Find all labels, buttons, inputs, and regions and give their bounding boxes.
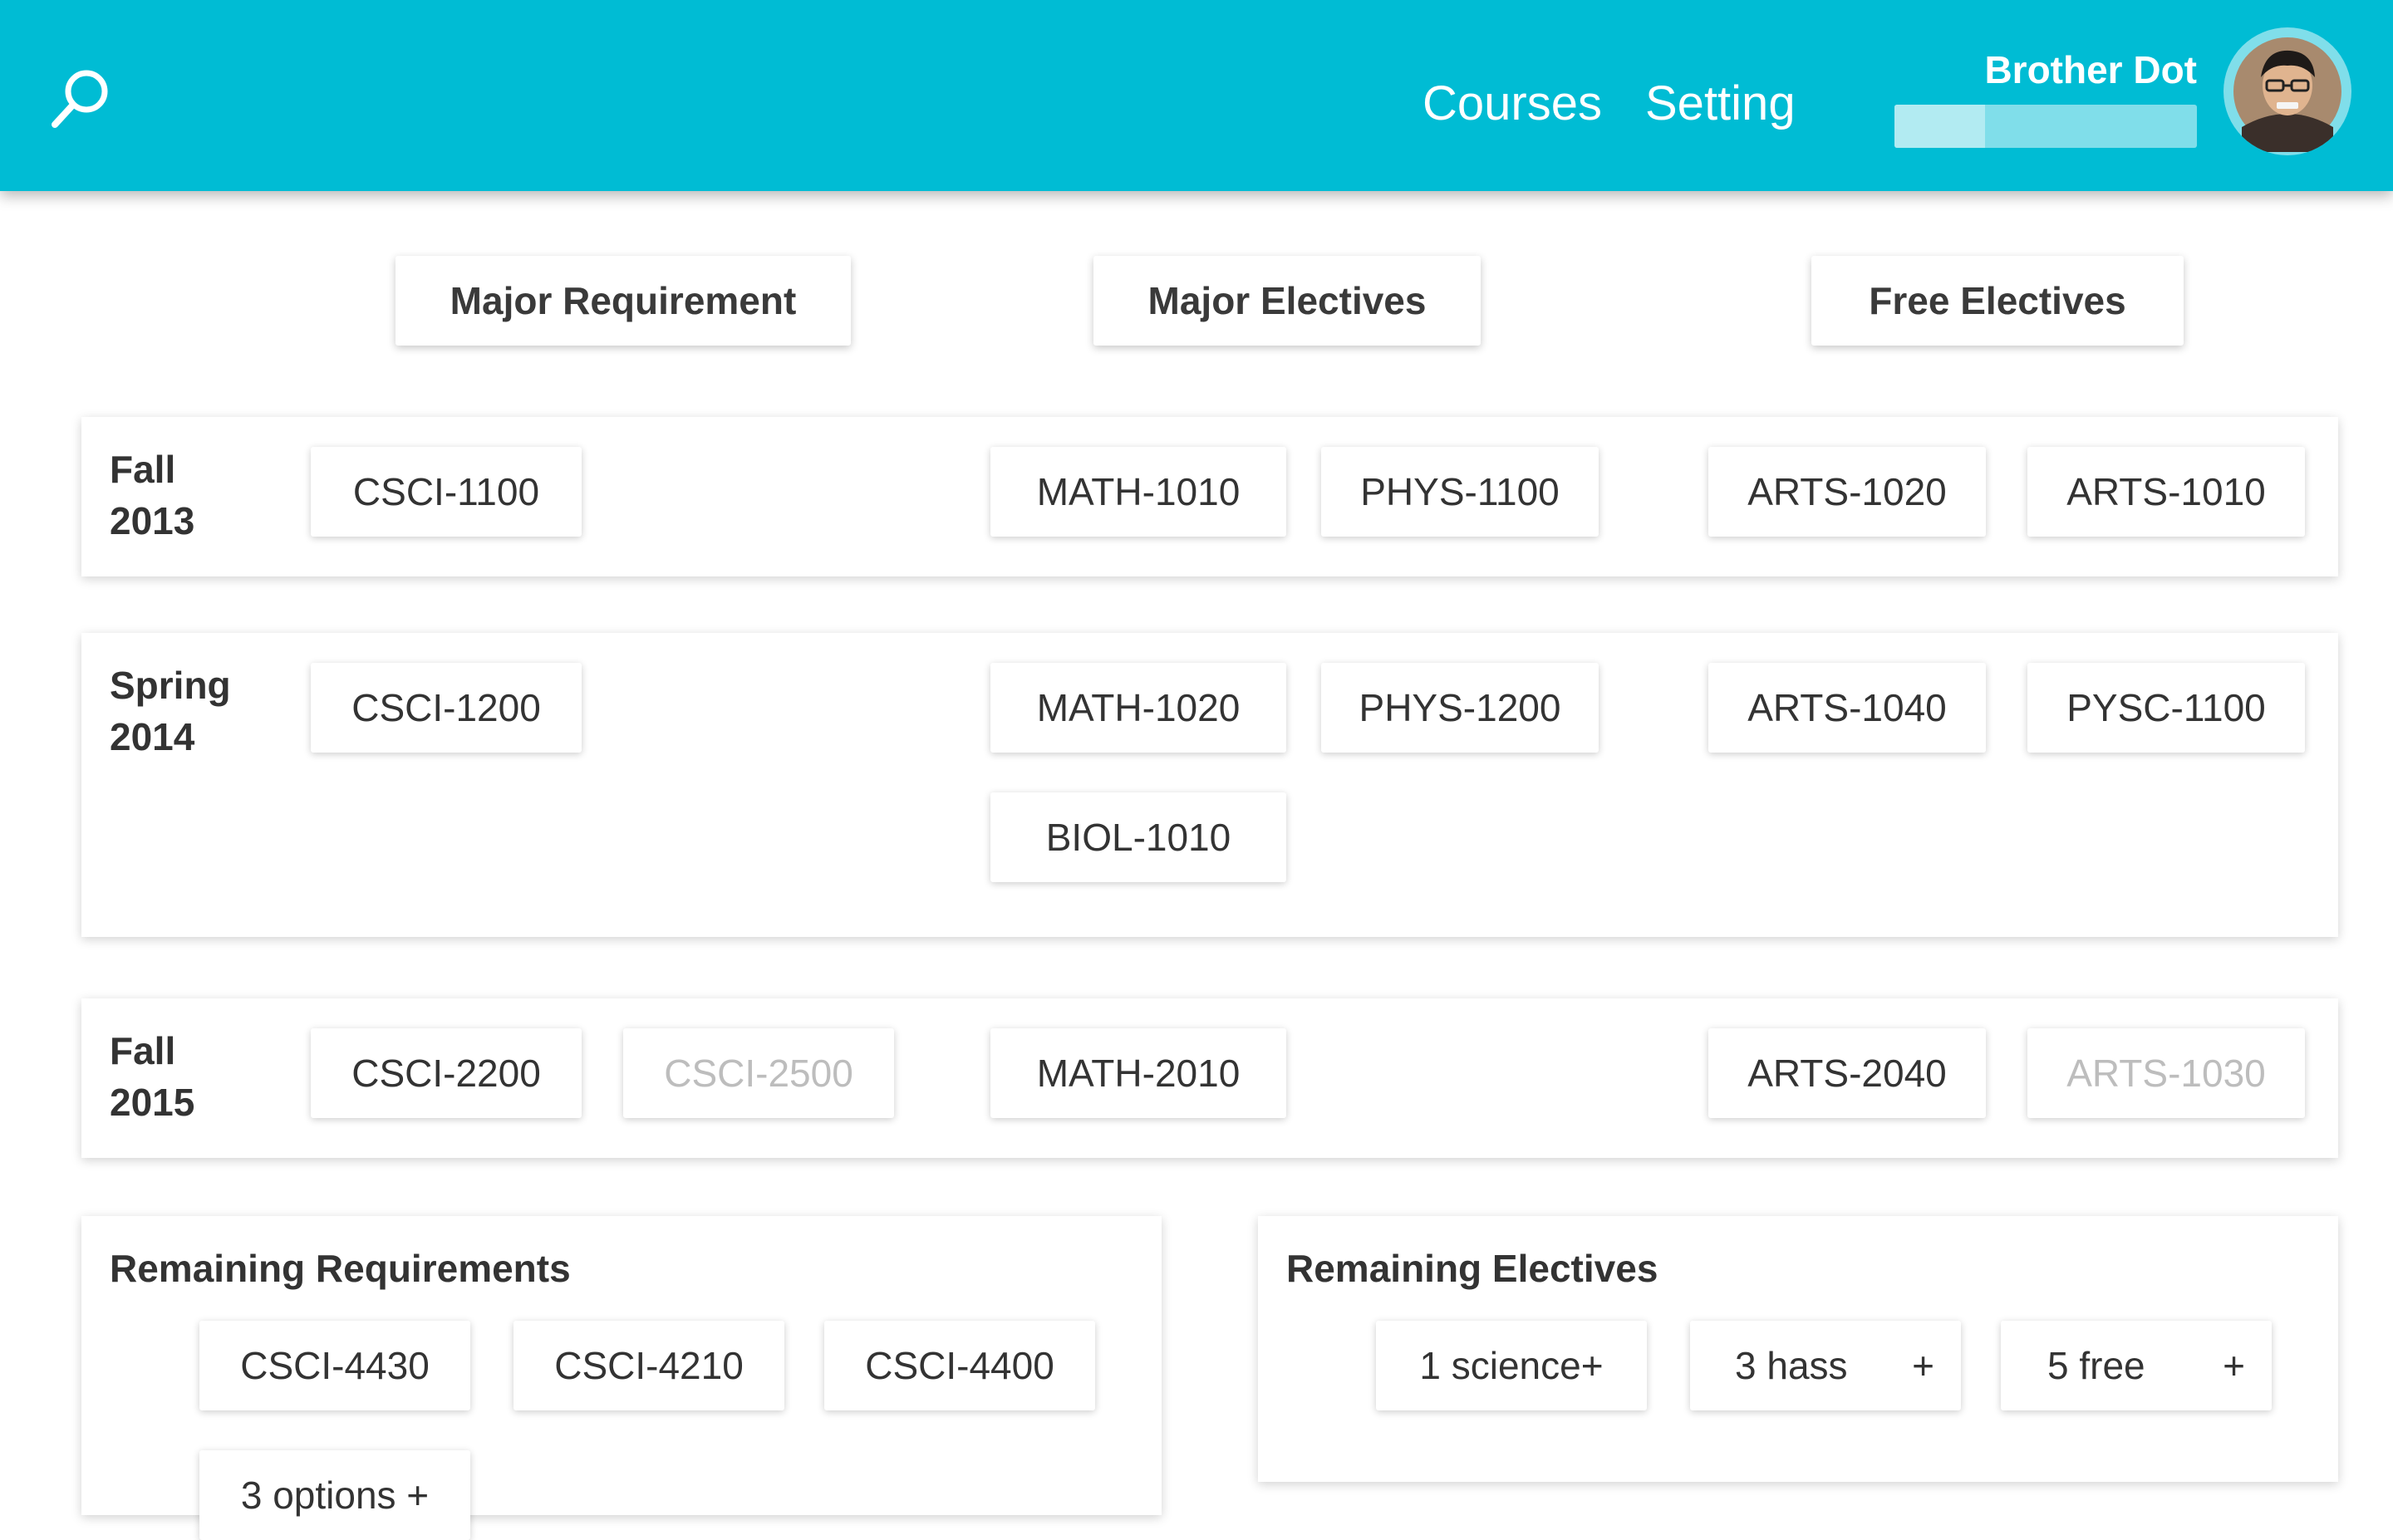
app-header: Courses Setting Brother Dot	[0, 0, 2393, 191]
filter-major-electives[interactable]: Major Electives	[1093, 256, 1481, 346]
course-chip[interactable]: MATH-1020	[990, 663, 1286, 753]
course-chip[interactable]: BIOL-1010	[990, 792, 1286, 882]
course-chip[interactable]: MATH-2010	[990, 1028, 1286, 1118]
degree-progress-fill	[1894, 105, 1985, 148]
semester-year: 2015	[110, 1081, 195, 1124]
user-avatar[interactable]	[2223, 27, 2351, 155]
course-chip[interactable]: MATH-1010	[990, 447, 1286, 537]
filter-major-requirement[interactable]: Major Requirement	[396, 256, 851, 346]
course-chip[interactable]: CSCI-2200	[311, 1028, 582, 1118]
semester-label: Fall 2015	[110, 1025, 276, 1128]
requirement-chip[interactable]: CSCI-4400	[824, 1321, 1095, 1410]
user-name: Brother Dot	[1984, 48, 2197, 91]
course-chip[interactable]: CSCI-1100	[311, 447, 582, 537]
remaining-electives-title: Remaining Electives	[1286, 1247, 1658, 1290]
course-chip[interactable]: ARTS-2040	[1708, 1028, 1986, 1118]
remaining-requirements-card: Remaining Requirements CSCI-4430 CSCI-42…	[81, 1216, 1162, 1540]
elective-chip-label: 5 free	[2047, 1344, 2145, 1387]
semester-card-spring-2014: Spring 2014 CSCI-1200 MATH-1020 PHYS-120…	[81, 633, 2338, 937]
requirement-chip[interactable]: CSCI-4210	[513, 1321, 784, 1410]
remaining-electives-card: Remaining Electives 1 science+ 3 hass + …	[1258, 1216, 2338, 1482]
semester-season: Fall	[110, 448, 176, 491]
nav-courses[interactable]: Courses	[1423, 71, 1602, 137]
avatar-image	[2228, 32, 2346, 152]
semester-year: 2013	[110, 499, 195, 542]
search-icon[interactable]	[48, 65, 115, 131]
semester-label: Fall 2013	[110, 444, 276, 547]
course-chip[interactable]: CSCI-1200	[311, 663, 582, 753]
semester-card-fall-2013: Fall 2013 CSCI-1100 MATH-1010 PHYS-1100 …	[81, 417, 2338, 576]
requirement-chip[interactable]: CSCI-4430	[199, 1321, 470, 1410]
semester-season: Fall	[110, 1029, 176, 1072]
remaining-requirements-title: Remaining Requirements	[110, 1247, 571, 1290]
degree-progress-bar	[1894, 105, 2197, 148]
filter-free-electives[interactable]: Free Electives	[1811, 256, 2184, 346]
elective-chip-free[interactable]: 5 free +	[2001, 1321, 2272, 1410]
nav-setting[interactable]: Setting	[1645, 71, 1796, 137]
semester-label: Spring 2014	[110, 660, 276, 763]
add-icon[interactable]: +	[1912, 1321, 1934, 1410]
add-icon[interactable]: +	[2223, 1321, 2245, 1410]
course-chip[interactable]: PHYS-1200	[1321, 663, 1599, 753]
course-chip[interactable]: ARTS-1010	[2027, 447, 2305, 537]
course-chip[interactable]: PHYS-1100	[1321, 447, 1599, 537]
course-chip-planned[interactable]: ARTS-1030	[2027, 1028, 2305, 1118]
requirement-options-chip[interactable]: 3 options +	[199, 1450, 470, 1540]
course-chip-planned[interactable]: CSCI-2500	[623, 1028, 894, 1118]
semester-card-fall-2015: Fall 2015 CSCI-2200 CSCI-2500 MATH-2010 …	[81, 998, 2338, 1158]
course-chip[interactable]: ARTS-1040	[1708, 663, 1986, 753]
semester-season: Spring	[110, 664, 231, 707]
semester-year: 2014	[110, 715, 195, 758]
elective-chip-science[interactable]: 1 science+	[1376, 1321, 1647, 1410]
course-chip[interactable]: ARTS-1020	[1708, 447, 1986, 537]
elective-chip-hass[interactable]: 3 hass +	[1690, 1321, 1961, 1410]
course-chip[interactable]: PYSC-1100	[2027, 663, 2305, 753]
elective-chip-label: 3 hass	[1735, 1344, 1848, 1387]
